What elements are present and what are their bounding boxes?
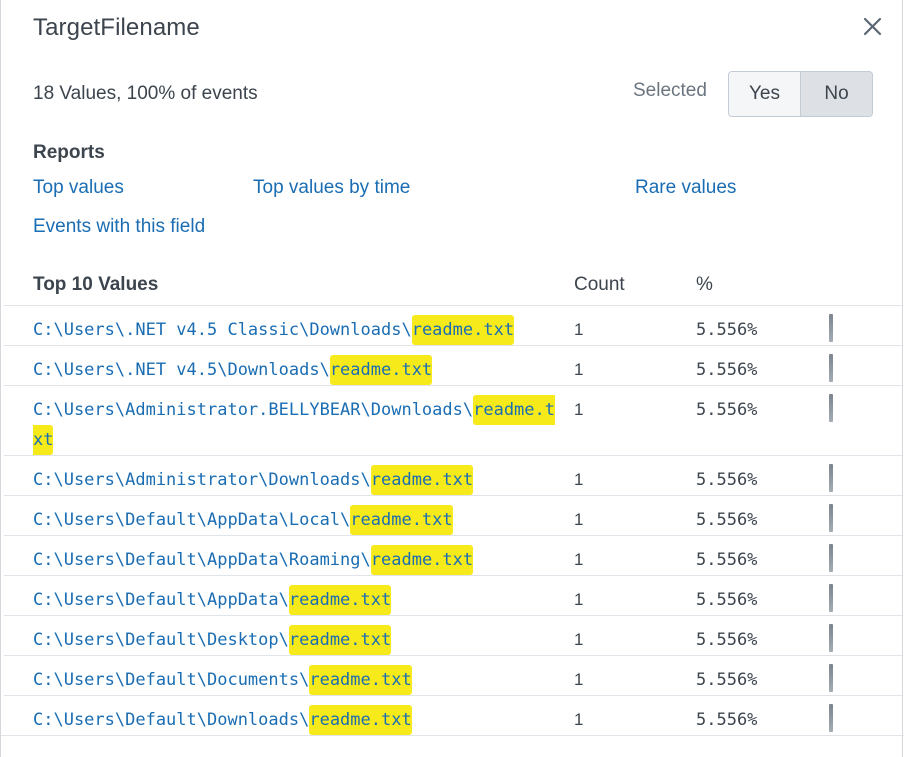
- value-path: C:\Users\Default\AppData\: [33, 590, 289, 610]
- panel-title: TargetFilename: [33, 14, 200, 41]
- table-row[interactable]: C:\Users\.NET v4.5\Downloads\readme.txt 1…: [4, 345, 902, 385]
- percent-bar: [829, 354, 833, 382]
- percent-cell: 5.556%: [696, 550, 758, 570]
- count-cell: 1: [574, 670, 584, 689]
- table-row[interactable]: C:\Users\.NET v4.5 Classic\Downloads\rea…: [4, 305, 902, 345]
- count-cell: 1: [574, 550, 584, 569]
- value-link[interactable]: C:\Users\.NET v4.5 Classic\Downloads\rea…: [33, 315, 558, 345]
- selected-yes-button[interactable]: Yes: [729, 72, 801, 116]
- table-row[interactable]: C:\Users\Default\AppData\readme.txt 1 5.55…: [4, 575, 902, 615]
- percent-cell: 5.556%: [696, 400, 758, 420]
- percent-cell: 5.556%: [696, 630, 758, 650]
- percent-bar: [829, 664, 833, 692]
- highlighted-filename: readme.txt: [309, 710, 412, 730]
- highlighted-filename: readme.txt: [288, 590, 392, 610]
- count-cell: 1: [574, 710, 584, 729]
- divider: [1, 735, 904, 736]
- percent-bar: [829, 624, 833, 652]
- table-row[interactable]: C:\Users\Administrator\Downloads\readme.…: [4, 455, 902, 495]
- value-link[interactable]: C:\Users\Default\AppData\Local\readme.tx…: [33, 505, 558, 535]
- highlighted-filename: readme.txt: [309, 670, 412, 690]
- percent-cell: 5.556%: [696, 320, 758, 340]
- percent-bar: [829, 584, 833, 612]
- value-path: C:\Users\Default\Downloads\: [33, 710, 310, 730]
- value-path: C:\Users\.NET v4.5 Classic\Downloads\: [33, 320, 412, 340]
- percent-bar: [829, 464, 833, 492]
- value-link[interactable]: C:\Users\Administrator\Downloads\readme.…: [33, 465, 558, 495]
- percent-bar: [829, 544, 833, 572]
- table-row[interactable]: C:\Users\Default\AppData\Roaming\readme.…: [4, 535, 902, 575]
- percent-cell: 5.556%: [696, 590, 758, 610]
- highlighted-filename: readme.txt: [329, 360, 433, 380]
- value-link[interactable]: C:\Users\Default\AppData\readme.txt: [33, 585, 558, 615]
- highlighted-filename: readme.txt: [350, 510, 453, 530]
- value-link[interactable]: C:\Users\Administrator.BELLYBEAR\Downloa…: [33, 395, 558, 455]
- percent-header: %: [696, 274, 713, 295]
- value-path: C:\Users\Default\AppData\Local\: [33, 510, 351, 530]
- value-path: C:\Users\Administrator\Downloads\: [33, 470, 371, 490]
- top-values-by-time-link[interactable]: Top values by time: [253, 177, 410, 199]
- rare-values-link[interactable]: Rare values: [635, 177, 736, 199]
- table-row[interactable]: C:\Users\Administrator.BELLYBEAR\Downloa…: [4, 385, 902, 455]
- count-cell: 1: [574, 360, 584, 379]
- percent-bar: [829, 314, 833, 342]
- table-row[interactable]: C:\Users\Default\AppData\Local\readme.tx…: [4, 495, 902, 535]
- count-cell: 1: [574, 510, 584, 529]
- value-path: C:\Users\Default\Documents\: [33, 670, 310, 690]
- table-row[interactable]: C:\Users\Default\Documents\readme.txt 1 5.…: [4, 655, 902, 695]
- percent-bar: [829, 394, 833, 422]
- count-cell: 1: [574, 320, 584, 339]
- percent-cell: 5.556%: [696, 510, 758, 530]
- percent-bar: [829, 704, 833, 732]
- count-cell: 1: [574, 470, 584, 489]
- table-row[interactable]: C:\Users\Default\Desktop\readme.txt 1 5.55…: [4, 615, 902, 655]
- value-link[interactable]: C:\Users\Default\Downloads\readme.txt: [33, 705, 558, 735]
- value-link[interactable]: C:\Users\Default\Documents\readme.txt: [33, 665, 558, 695]
- highlighted-filename: readme.txt: [411, 320, 515, 340]
- events-with-field-link[interactable]: Events with this field: [33, 216, 205, 238]
- count-cell: 1: [574, 400, 584, 419]
- value-link[interactable]: C:\Users\Default\Desktop\readme.txt: [33, 625, 558, 655]
- percent-cell: 5.556%: [696, 710, 758, 730]
- value-path: C:\Users\Default\AppData\Roaming\: [33, 550, 371, 570]
- table-row[interactable]: C:\Users\Default\Downloads\readme.txt 1 5.…: [4, 695, 902, 735]
- close-button[interactable]: [857, 12, 887, 42]
- percent-cell: 5.556%: [696, 470, 758, 490]
- value-path: C:\Users\Default\Desktop\: [33, 630, 289, 650]
- reports-heading: Reports: [33, 142, 105, 163]
- value-link[interactable]: C:\Users\.NET v4.5\Downloads\readme.txt: [33, 355, 558, 385]
- top-values-table: C:\Users\.NET v4.5 Classic\Downloads\rea…: [4, 305, 902, 735]
- highlighted-filename: readme.txt: [370, 550, 474, 570]
- value-path: C:\Users\Administrator.BELLYBEAR\Downloa…: [33, 400, 474, 420]
- percent-cell: 5.556%: [696, 360, 758, 380]
- values-summary: 18 Values, 100% of events: [33, 83, 258, 104]
- field-summary-panel: TargetFilename 18 Values, 100% of events…: [0, 0, 904, 757]
- percent-bar: [829, 504, 833, 532]
- count-cell: 1: [574, 630, 584, 649]
- selected-no-button[interactable]: No: [801, 72, 872, 116]
- top-values-header: Top 10 Values: [33, 274, 159, 295]
- selected-label: Selected: [633, 80, 707, 101]
- value-link[interactable]: C:\Users\Default\AppData\Roaming\readme.…: [33, 545, 558, 575]
- close-icon: [863, 17, 882, 36]
- count-cell: 1: [574, 590, 584, 609]
- top-values-link[interactable]: Top values: [33, 177, 124, 199]
- count-header: Count: [574, 274, 625, 295]
- highlighted-filename: readme.txt: [370, 470, 474, 490]
- selected-toggle: Yes No: [728, 71, 873, 117]
- percent-cell: 5.556%: [696, 670, 758, 690]
- highlighted-filename: readme.txt: [288, 630, 392, 650]
- value-path: C:\Users\.NET v4.5\Downloads\: [33, 360, 330, 380]
